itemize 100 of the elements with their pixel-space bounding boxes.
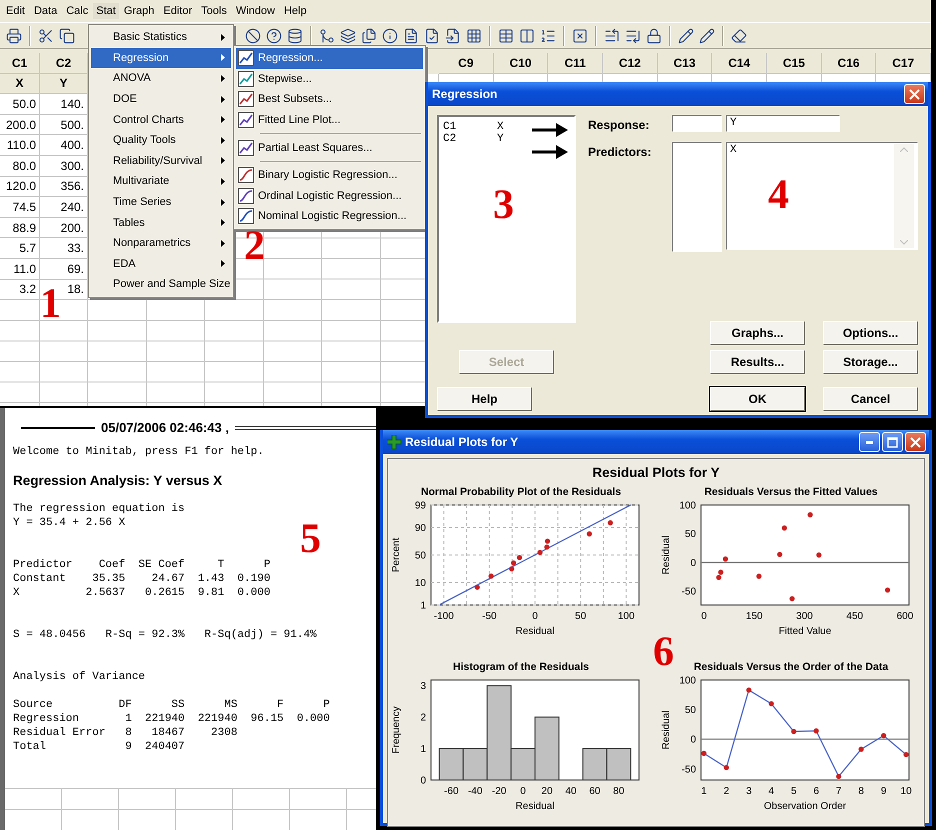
histogram-bar xyxy=(438,748,464,780)
minimize-icon xyxy=(866,440,873,444)
data-point xyxy=(474,584,480,590)
column-header[interactable]: C12 xyxy=(603,53,658,74)
menu-item[interactable]: Nominal Logistic Regression... xyxy=(236,206,423,227)
ban-icon[interactable] xyxy=(245,28,261,44)
columns-icon[interactable] xyxy=(519,28,535,44)
data-point xyxy=(746,687,752,693)
menu-item[interactable]: Tables xyxy=(91,212,231,233)
menu-item[interactable]: Help xyxy=(280,2,311,20)
menu-item[interactable]: Power and Sample Size xyxy=(91,274,231,295)
file-check-icon[interactable] xyxy=(424,28,440,44)
menu-item[interactable]: DOE xyxy=(91,88,231,110)
menu-item[interactable]: Best Subsets... xyxy=(236,89,423,110)
eraser-icon[interactable] xyxy=(731,28,747,44)
menu-item[interactable]: ANOVA xyxy=(91,68,231,89)
close-button[interactable] xyxy=(905,432,926,452)
list-icon[interactable] xyxy=(540,28,556,44)
files-icon[interactable] xyxy=(361,28,377,44)
scissors-icon[interactable] xyxy=(38,28,54,44)
menu-item[interactable]: Regression xyxy=(91,48,231,68)
copy-icon[interactable] xyxy=(59,28,75,44)
column-header[interactable]: C16 xyxy=(822,53,876,74)
table-icon[interactable] xyxy=(498,28,514,44)
layers-icon[interactable] xyxy=(340,28,356,44)
menu-item[interactable]: Binary Logistic Regression... xyxy=(236,164,423,186)
dialog-button[interactable]: Storage... xyxy=(823,350,918,374)
column-header[interactable]: C10 xyxy=(494,53,548,74)
input-field[interactable]: Y xyxy=(726,115,840,132)
menu-item[interactable]: EDA xyxy=(91,254,231,274)
input-field[interactable] xyxy=(672,115,722,132)
tick-label: 4 xyxy=(768,786,774,797)
step-number: 6 xyxy=(653,631,674,673)
menu-item[interactable]: Editor xyxy=(159,2,196,20)
column-name[interactable]: X xyxy=(0,74,40,94)
dialog-button[interactable]: Graphs... xyxy=(710,321,805,345)
menu-item[interactable]: Tools xyxy=(197,2,231,20)
minimize-button[interactable] xyxy=(859,432,880,452)
menu-item[interactable]: Reliability/Survival xyxy=(91,150,231,172)
column-header[interactable]: C17 xyxy=(876,53,931,74)
list-start-icon[interactable] xyxy=(604,28,620,44)
column-header[interactable]: C15 xyxy=(767,53,822,74)
maximize-icon xyxy=(887,436,898,448)
grid-icon[interactable] xyxy=(466,28,482,44)
output-line: S = 48.0456 R-Sq = 92.3% R-Sq(adj) = 91.4% xyxy=(13,628,318,642)
maximize-button[interactable] xyxy=(882,432,903,452)
submenu-arrow-icon xyxy=(221,260,225,268)
timestamp: 05/07/2006 02:46:43 ‚ xyxy=(101,420,229,435)
chart-icon xyxy=(238,112,254,128)
column-header[interactable]: C14 xyxy=(712,53,768,74)
help-button[interactable]: Help xyxy=(437,387,532,411)
close-button[interactable] xyxy=(904,84,925,104)
menu-item[interactable]: Basic Statistics xyxy=(91,27,231,48)
chart-title: Histogram of the Residuals xyxy=(453,661,589,673)
menu-item[interactable]: Regression... xyxy=(236,48,423,69)
ok-button[interactable]: OK xyxy=(710,387,805,411)
menu-item[interactable]: Edit xyxy=(2,2,29,20)
file-input-icon[interactable] xyxy=(445,28,461,44)
menu-item[interactable]: Fitted Line Plot... xyxy=(236,110,423,130)
tick-label: 0 xyxy=(520,786,526,797)
cancel-button[interactable]: Cancel xyxy=(823,387,918,411)
printer-icon[interactable] xyxy=(6,28,22,44)
column-header[interactable]: C1 xyxy=(0,53,40,74)
menu-item[interactable]: Calc xyxy=(62,2,92,20)
column-name[interactable]: Y xyxy=(40,74,88,94)
chart-icon xyxy=(238,188,254,204)
menu-item[interactable]: Quality Tools xyxy=(91,130,231,151)
menu-item[interactable]: Partial Least Squares... xyxy=(236,137,423,158)
help-icon[interactable] xyxy=(266,28,282,44)
delete-icon[interactable] xyxy=(572,28,588,44)
menu-item[interactable]: Ordinal Logistic Regression... xyxy=(236,186,423,206)
database-icon[interactable] xyxy=(287,28,303,44)
dialog-button[interactable]: Results... xyxy=(710,350,805,374)
column-header[interactable]: C2 xyxy=(40,53,88,74)
list-item[interactable]: C1 X xyxy=(443,121,570,133)
menu-item[interactable]: Control Charts xyxy=(91,109,231,130)
menu-item[interactable]: Multivariate xyxy=(91,171,231,192)
column-header[interactable]: C11 xyxy=(548,53,604,74)
menu-item[interactable]: Data xyxy=(30,2,62,20)
pencil-icon[interactable] xyxy=(678,28,694,44)
menu-item[interactable]: Time Series xyxy=(91,192,231,212)
merge-icon[interactable] xyxy=(319,28,335,44)
info-icon[interactable] xyxy=(382,28,398,44)
input-field[interactable] xyxy=(672,142,722,252)
tick-label: 7 xyxy=(836,786,842,797)
document-icon[interactable] xyxy=(403,28,419,44)
menu-item[interactable]: Stat xyxy=(93,3,119,19)
data-point xyxy=(903,752,909,758)
pencil-icon[interactable] xyxy=(699,28,715,44)
axis-label: Fitted Value xyxy=(778,626,832,637)
dialog-button[interactable]: Options... xyxy=(823,321,918,345)
menu-item[interactable]: Stepwise... xyxy=(236,68,423,90)
lock-icon[interactable] xyxy=(646,28,662,44)
column-header[interactable]: C13 xyxy=(658,53,712,74)
column-header[interactable]: C9 xyxy=(439,53,494,74)
list-item[interactable]: C2 Y xyxy=(443,133,570,145)
menu-item[interactable]: Window xyxy=(232,2,279,20)
chart-title: Residuals Versus the Fitted Values xyxy=(704,486,878,498)
menu-item[interactable]: Nonparametrics xyxy=(91,232,231,254)
menu-item[interactable]: Graph xyxy=(120,2,158,20)
